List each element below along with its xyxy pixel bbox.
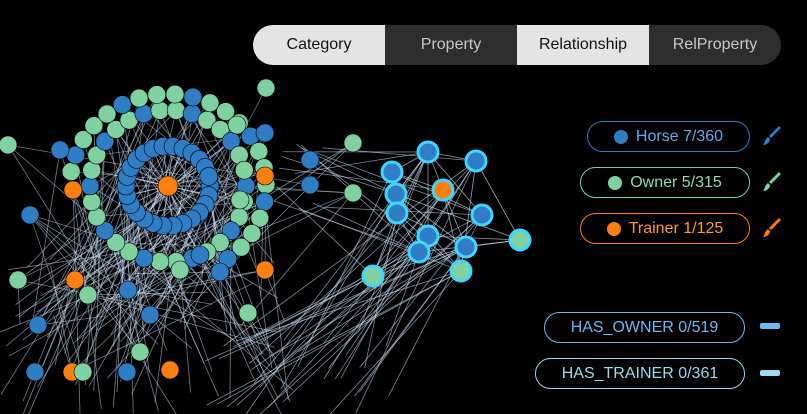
owner-node[interactable] (97, 104, 117, 124)
graph-edge (298, 246, 467, 352)
horse-node[interactable] (50, 140, 70, 160)
trainer-node[interactable] (431, 178, 455, 202)
horse-node[interactable] (380, 160, 404, 184)
horse-node[interactable] (20, 205, 40, 225)
owner-node[interactable] (230, 190, 250, 210)
horse-color-dot (613, 129, 628, 144)
horse-node[interactable] (199, 167, 219, 186)
horse-node[interactable] (117, 362, 137, 382)
horse-node[interactable] (210, 262, 230, 282)
paint-brush-icon[interactable] (762, 125, 782, 147)
owner-node[interactable] (129, 88, 149, 108)
owner-node[interactable] (61, 162, 81, 181)
legend-trainer[interactable]: Trainer 1/125 (580, 213, 750, 244)
owner-node[interactable] (82, 192, 102, 212)
trainer-node[interactable] (65, 270, 85, 290)
horse-node[interactable] (464, 149, 488, 173)
horse-node[interactable] (255, 123, 275, 143)
graph-edge (475, 160, 521, 241)
owner-node[interactable] (130, 342, 150, 362)
tab-category[interactable]: Category (253, 25, 385, 65)
graph-edge (395, 193, 521, 241)
legend-has-owner-label: HAS_OWNER 0/519 (570, 318, 719, 336)
legend-has-owner[interactable]: HAS_OWNER 0/519 (544, 312, 745, 343)
horse-node[interactable] (140, 305, 160, 325)
owner-node[interactable] (78, 285, 98, 305)
horse-node[interactable] (255, 192, 274, 211)
graph-edge (281, 156, 397, 195)
horse-node[interactable] (25, 362, 45, 382)
graph-canvas[interactable]: Category Property Relationship RelProper… (0, 0, 807, 414)
horse-node[interactable] (454, 235, 478, 259)
has-trainer-line-swatch[interactable] (760, 370, 780, 376)
legend-has-trainer-label: HAS_TRAINER 0/361 (561, 364, 719, 382)
paint-brush-icon[interactable] (762, 217, 782, 239)
owner-node[interactable] (238, 303, 258, 323)
owner-node[interactable] (227, 115, 247, 135)
owner-node[interactable] (150, 101, 170, 120)
legend-owner-label: Owner 5/315 (630, 173, 722, 191)
owner-node[interactable] (343, 183, 363, 203)
owner-node[interactable] (165, 84, 185, 104)
graph-edge (249, 189, 444, 364)
owner-node[interactable] (361, 264, 385, 288)
graph-edge (282, 214, 483, 403)
owner-node[interactable] (449, 259, 473, 283)
paint-brush-icon[interactable] (762, 171, 782, 193)
owner-node[interactable] (256, 78, 276, 98)
horse-node[interactable] (118, 280, 138, 300)
horse-node[interactable] (190, 245, 210, 265)
horse-node[interactable] (384, 182, 408, 206)
owner-node[interactable] (166, 101, 186, 120)
tab-relationship[interactable]: Relationship (517, 25, 649, 65)
legend-has-trainer[interactable]: HAS_TRAINER 0/361 (535, 358, 745, 389)
trainer-color-dot (606, 221, 621, 236)
has-owner-line-swatch[interactable] (760, 323, 780, 329)
legend-horse[interactable]: Horse 7/360 (587, 121, 750, 152)
owner-node[interactable] (234, 160, 254, 180)
horse-node[interactable] (112, 95, 132, 114)
horse-node[interactable] (28, 315, 48, 335)
tab-property[interactable]: Property (385, 25, 517, 65)
legend-horse-label: Horse 7/360 (635, 127, 724, 145)
graph-edge (250, 251, 420, 371)
owner-node[interactable] (8, 270, 28, 290)
trainer-node[interactable] (160, 360, 180, 380)
graph-edge (269, 246, 467, 357)
owner-node[interactable] (343, 133, 363, 153)
horse-node[interactable] (470, 203, 494, 227)
owner-node[interactable] (0, 135, 18, 155)
horse-node[interactable] (80, 176, 100, 196)
owner-node[interactable] (170, 260, 190, 280)
view-mode-tabs: Category Property Relationship RelProper… (253, 25, 781, 65)
trainer-node[interactable] (255, 260, 275, 280)
horse-node[interactable] (385, 201, 409, 225)
owner-node[interactable] (249, 142, 269, 161)
owner-node[interactable] (147, 85, 167, 104)
owner-node[interactable] (200, 93, 220, 113)
horse-node[interactable] (416, 140, 440, 164)
tab-relproperty[interactable]: RelProperty (649, 25, 781, 65)
legend-owner[interactable]: Owner 5/315 (580, 167, 750, 198)
horse-node[interactable] (134, 104, 154, 124)
trainer-node[interactable] (157, 175, 179, 197)
trainer-node[interactable] (255, 166, 275, 186)
owner-node[interactable] (508, 228, 532, 252)
horse-node[interactable] (407, 240, 431, 264)
owner-node[interactable] (150, 252, 170, 271)
owner-node[interactable] (73, 362, 93, 382)
horse-node[interactable] (183, 87, 203, 107)
horse-node[interactable] (300, 150, 320, 170)
horse-node[interactable] (300, 175, 320, 195)
graph-edge (322, 147, 477, 162)
graph-edge (323, 189, 444, 380)
owner-color-dot (608, 175, 623, 190)
trainer-node[interactable] (63, 180, 83, 200)
legend-trainer-label: Trainer 1/125 (628, 219, 724, 237)
